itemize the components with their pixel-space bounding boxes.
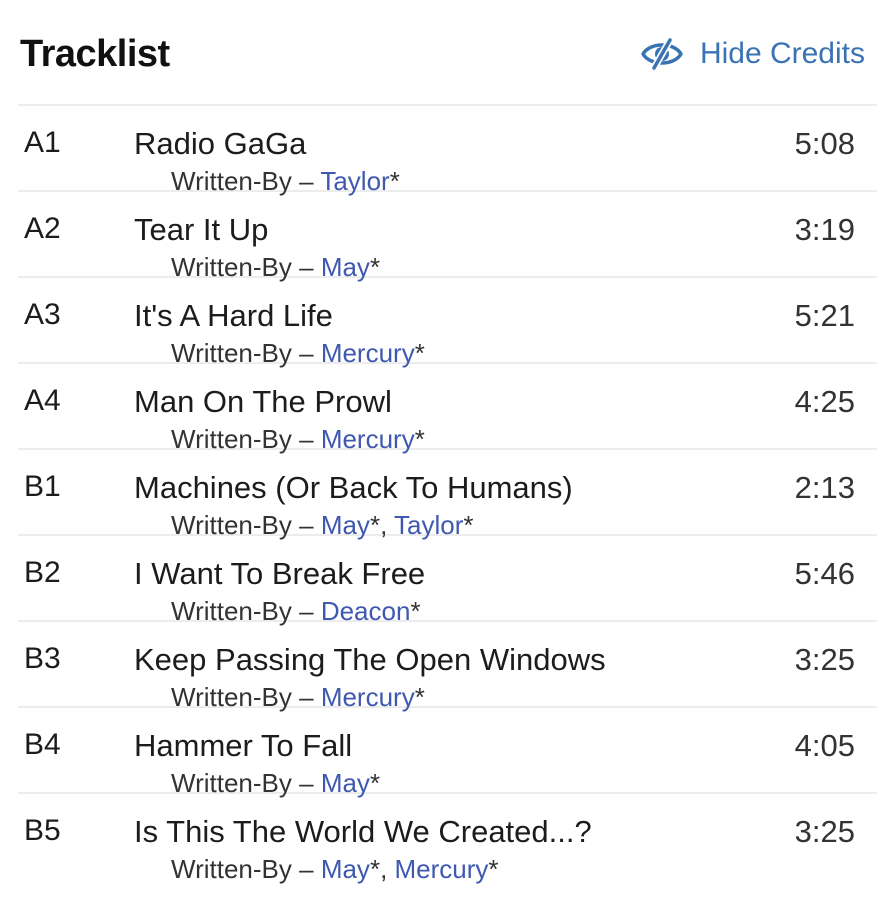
credit-role: Written-By (171, 854, 292, 884)
track-title: I Want To Break Free (134, 556, 426, 591)
track-title: Machines (Or Back To Humans) (134, 470, 573, 505)
track-position: B3 (24, 642, 61, 675)
artist-link[interactable]: May (321, 854, 370, 884)
track-row: B5 Is This The World We Created...? Writte… (18, 794, 877, 884)
track-credit: Written-By – May*, Mercury* (171, 854, 499, 885)
track-position: A2 (24, 212, 61, 245)
track-position: B1 (24, 470, 61, 503)
track-position: B5 (24, 814, 61, 847)
track-duration: 4:25 (794, 384, 855, 419)
track-duration: 3:25 (794, 814, 855, 849)
tracklist: A1 Radio GaGa Written-By – Taylor* 5:08 A2 Te… (18, 104, 877, 884)
track-position: A4 (24, 384, 61, 417)
track-row: A3 It's A Hard Life Written-By – Mercury* 5… (18, 278, 877, 368)
track-title: Is This The World We Created...? (134, 814, 592, 849)
artist-variation-mark: * (369, 854, 381, 884)
track-position: A1 (24, 126, 61, 159)
artist-variation-mark: * (488, 854, 499, 884)
track-title: Radio GaGa (134, 126, 307, 161)
track-title: Tear It Up (134, 212, 269, 247)
track-row: B2 I Want To Break Free Written-By – Deaco… (18, 536, 877, 626)
track-row: B3 Keep Passing The Open Windows Written-B… (18, 622, 877, 712)
track-title: Man On The Prowl (134, 384, 392, 419)
track-position: B2 (24, 556, 61, 589)
track-title: It's A Hard Life (134, 298, 333, 333)
credit-dash: – (299, 854, 314, 884)
credit-separator: , (380, 854, 395, 884)
track-duration: 5:21 (794, 298, 855, 333)
eye-slash-icon (640, 38, 684, 70)
track-duration: 2:13 (794, 470, 855, 505)
track-duration: 3:19 (794, 212, 855, 247)
hide-credits-button[interactable]: Hide Credits (640, 37, 865, 71)
track-position: A3 (24, 298, 61, 331)
track-row: A4 Man On The Prowl Written-By – Mercury* 4… (18, 364, 877, 454)
page-title: Tracklist (20, 32, 170, 75)
track-row: B1 Machines (Or Back To Humans) Written-By… (18, 450, 877, 540)
track-duration: 5:08 (794, 126, 855, 161)
track-title: Keep Passing The Open Windows (134, 642, 606, 677)
track-row: A2 Tear It Up Written-By – May* 3:19 (18, 192, 877, 282)
track-row: A1 Radio GaGa Written-By – Taylor* 5:08 (18, 106, 877, 196)
track-duration: 4:05 (794, 728, 855, 763)
artist-link[interactable]: Mercury (395, 854, 489, 884)
track-position: B4 (24, 728, 61, 761)
tracklist-header: Tracklist Hide Credits (20, 24, 865, 84)
track-duration: 3:25 (794, 642, 855, 677)
track-duration: 5:46 (794, 556, 855, 591)
hide-credits-label: Hide Credits (699, 37, 865, 70)
track-title: Hammer To Fall (134, 728, 353, 763)
track-row: B4 Hammer To Fall Written-By – May* 4:05 (18, 708, 877, 798)
